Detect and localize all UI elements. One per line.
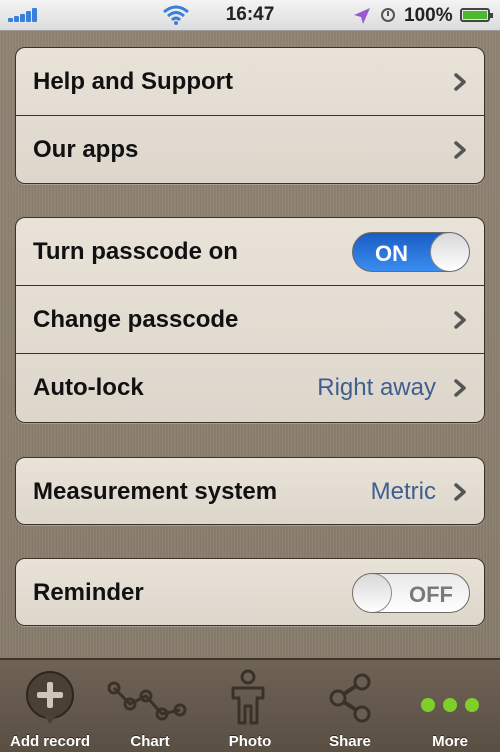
turn-passcode-on-row: Turn passcode on ON: [16, 218, 484, 286]
auto-lock-value: Right away: [317, 374, 436, 401]
passcode-toggle[interactable]: ON: [352, 231, 470, 272]
measurement-system-row[interactable]: Measurement system Metric: [16, 458, 484, 524]
help-and-support-row[interactable]: Help and Support: [16, 48, 484, 116]
measurement-system-value: Metric: [370, 478, 436, 505]
chevron-right-icon: [454, 310, 466, 329]
change-passcode-label: Change passcode: [33, 305, 239, 333]
chevron-right-icon: [454, 72, 466, 91]
tab-share[interactable]: Share: [300, 660, 400, 752]
tab-more[interactable]: More: [400, 660, 500, 752]
add-record-icon: [26, 671, 74, 724]
chevron-right-icon: [454, 141, 466, 159]
help-and-support-label: Help and Support: [33, 67, 233, 95]
passcode-toggle-text: ON: [375, 240, 408, 266]
alarm-clock-icon: [381, 8, 395, 22]
security-group: Turn passcode on ON Change passcode Auto…: [15, 217, 485, 423]
tab-label: Share: [329, 733, 371, 750]
more-dots-icon: [421, 698, 479, 712]
tab-label: More: [432, 733, 468, 750]
toggle-knob: [430, 232, 469, 271]
chart-icon: [107, 681, 187, 721]
location-arrow-icon: [354, 8, 370, 24]
battery-icon: [460, 8, 493, 22]
reminder-group: Reminder OFF: [15, 558, 485, 626]
measurement-system-label: Measurement system: [33, 478, 278, 505]
share-icon: [329, 673, 371, 723]
tab-label: Add record: [9, 733, 90, 750]
toggle-knob: [353, 574, 392, 612]
reminder-row: Reminder OFF: [16, 559, 484, 625]
reminder-label: Reminder: [33, 579, 144, 606]
auto-lock-row[interactable]: Auto-lock Right away: [16, 354, 484, 422]
reminder-toggle[interactable]: OFF: [352, 573, 470, 613]
tab-label: Chart: [130, 733, 170, 750]
tab-bar: Add record Chart Photo Share More: [0, 658, 500, 752]
our-apps-label: Our apps: [33, 136, 139, 163]
battery-percent: 100%: [404, 5, 453, 26]
support-group: Help and Support Our apps: [15, 47, 485, 184]
turn-passcode-on-label: Turn passcode on: [33, 237, 238, 265]
tab-chart[interactable]: Chart: [100, 660, 200, 752]
chevron-right-icon: [454, 483, 466, 501]
change-passcode-row[interactable]: Change passcode: [16, 286, 484, 354]
tab-label: Photo: [228, 733, 272, 750]
reminder-toggle-text: OFF: [409, 582, 453, 607]
auto-lock-label: Auto-lock: [33, 374, 144, 401]
chevron-right-icon: [454, 379, 466, 397]
status-bar: 16:47 100%: [0, 0, 500, 31]
tab-photo[interactable]: Photo: [200, 660, 300, 752]
tab-add-record[interactable]: Add record: [0, 660, 100, 752]
our-apps-row[interactable]: Our apps: [16, 116, 484, 183]
photo-person-icon: [231, 669, 265, 725]
measurement-group: Measurement system Metric: [15, 457, 485, 525]
